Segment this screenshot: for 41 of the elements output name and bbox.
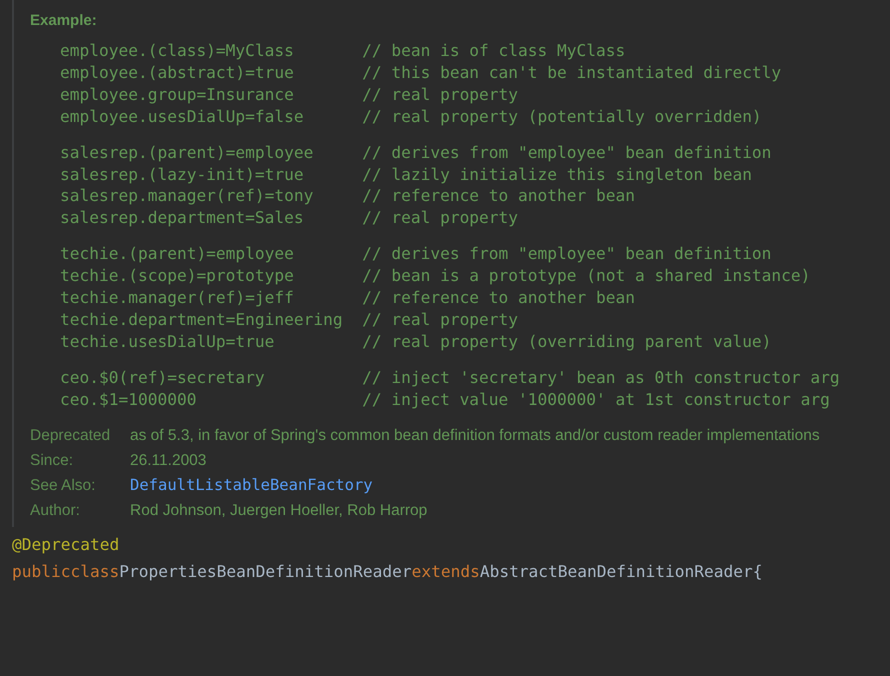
tag-label: Author: bbox=[30, 500, 80, 521]
code-comment: // real property bbox=[362, 308, 518, 331]
code-comment: // inject value '1000000' at 1st constructor arg bbox=[362, 388, 830, 411]
code-comment: // derives from "employee" bean definition bbox=[362, 243, 772, 266]
tag-value: as of 5.3, in favor of Spring's common bean definition formats and/or custom reader implementations bbox=[130, 426, 820, 446]
code-comment: // bean is a prototype (not a shared instance) bbox=[362, 265, 810, 288]
code-comment: // real property bbox=[362, 207, 518, 230]
code-text: techie.(scope)=prototype bbox=[60, 265, 295, 288]
code-comment: // reference to another bean bbox=[362, 287, 635, 309]
code-comment: // derives from "employee" bean definition bbox=[362, 142, 772, 164]
code-text: salesrep.department=Sales bbox=[60, 207, 305, 230]
code-text: techie.(parent)=employee bbox=[60, 243, 295, 266]
code-line: publicclassPropertiesBeanDefinitionReaderextendsAbstractBeanDefinitionReader{ bbox=[12, 560, 762, 583]
code-comment: // this bean can't be instantiated directly bbox=[362, 62, 782, 84]
code-text: ceo.$0(ref)=secretary bbox=[60, 366, 266, 389]
code-comment: // real property bbox=[362, 84, 518, 106]
code-comment: // bean is of class MyClass bbox=[362, 40, 626, 62]
tag-label: Deprecated bbox=[30, 426, 110, 446]
code-text: techie.usesDialUp=true bbox=[60, 330, 276, 353]
code-text: employee.usesDialUp=false bbox=[60, 106, 305, 128]
code-comment: // lazily initialize this singleton bean bbox=[362, 164, 752, 186]
code-text: techie.manager(ref)=jeff bbox=[60, 287, 295, 309]
example-heading: Example: bbox=[30, 11, 97, 31]
tag-value: 26.11.2003 bbox=[130, 450, 206, 471]
code-text: salesrep.(parent)=employee bbox=[60, 142, 314, 164]
code-comment: // real property (potentially overridden) bbox=[362, 106, 762, 128]
doc-link[interactable]: DefaultListableBeanFactory bbox=[130, 474, 373, 496]
code-comment: // real property (overriding parent value) bbox=[362, 330, 772, 353]
annotation-line: @Deprecated bbox=[12, 534, 120, 556]
code-comment: // inject 'secretary' bean as 0th constructor arg bbox=[362, 366, 840, 389]
code-text: employee.(abstract)=true bbox=[60, 62, 295, 84]
code-text: ceo.$1=1000000 bbox=[60, 388, 198, 411]
code-text: salesrep.manager(ref)=tony bbox=[60, 185, 314, 208]
code-text: employee.group=Insurance bbox=[60, 84, 295, 106]
tag-value: Rod Johnson, Juergen Hoeller, Rob Harrop bbox=[130, 500, 428, 521]
tag-label: Since: bbox=[30, 450, 74, 471]
tag-label: See Also: bbox=[30, 476, 96, 496]
code-text: employee.(class)=MyClass bbox=[60, 40, 295, 62]
code-comment: // reference to another bean bbox=[362, 185, 635, 208]
code-text: techie.department=Engineering bbox=[60, 308, 344, 331]
code-text: salesrep.(lazy-init)=true bbox=[60, 164, 305, 186]
